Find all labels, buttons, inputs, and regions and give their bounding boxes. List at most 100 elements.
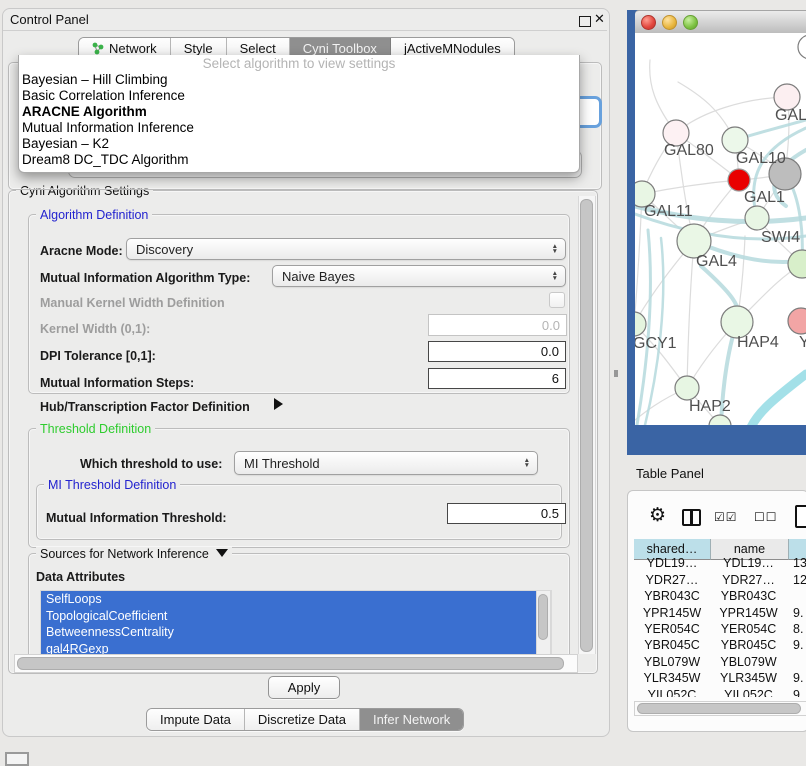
sources-title[interactable]: Sources for Network Inference xyxy=(36,547,232,561)
table-cell[interactable]: YDR27… xyxy=(634,572,710,588)
table-cell[interactable]: YIL052C xyxy=(710,687,787,698)
columns-icon[interactable] xyxy=(682,509,701,526)
mi-threshold-field[interactable]: 0.5 xyxy=(447,503,566,524)
node-label-gal4: GAL4 xyxy=(696,253,737,270)
tab-discretize-data[interactable]: Discretize Data xyxy=(245,709,360,730)
stepper-icon: ▲▼ xyxy=(552,244,558,254)
table-row-6[interactable]: YBL079WYBL079W xyxy=(634,654,806,670)
settings-vscrollbar-thumb[interactable] xyxy=(580,199,593,652)
table-cell[interactable] xyxy=(787,588,806,604)
algorithm-option-dream8-dc-tdc-algorithm[interactable]: Dream8 DC_TDC Algorithm xyxy=(19,152,579,168)
algorithm-option-bayesian-hill-climbing[interactable]: Bayesian – Hill Climbing xyxy=(19,72,579,88)
node-red[interactable] xyxy=(728,169,750,191)
table-cell[interactable]: YBR045C xyxy=(634,637,710,653)
table-hscrollbar-thumb[interactable] xyxy=(637,703,801,714)
table-row-3[interactable]: YPR145WYPR145W9. xyxy=(634,605,806,621)
which-threshold-combobox[interactable]: MI Threshold ▲▼ xyxy=(234,451,538,475)
table-cell[interactable]: 9 xyxy=(787,687,806,698)
threshold-title: Threshold Definition xyxy=(36,422,155,436)
unchecked-pair-icon[interactable]: ☐☐ xyxy=(754,510,778,524)
panel-icon[interactable] xyxy=(795,505,806,528)
table-cell[interactable]: YLR345W xyxy=(634,670,710,686)
table-row-4[interactable]: YER054CYER054C8. xyxy=(634,621,806,637)
network-canvas[interactable]: GALGAL80GAL10GAL1GAL11SWI4GAL4GCY1HAP4YH… xyxy=(635,33,806,425)
table-row-7[interactable]: YLR345WYLR345W9. xyxy=(634,670,806,686)
float-window-icon[interactable] xyxy=(579,16,591,27)
data-attribute-selfloops[interactable]: SelfLoops xyxy=(41,591,538,608)
table-row-1[interactable]: YDR27…YDR27…12 xyxy=(634,572,806,588)
table-cell[interactable]: YBR045C xyxy=(710,637,787,653)
table-cell[interactable]: 12 xyxy=(787,572,806,588)
close-traffic-light-icon[interactable] xyxy=(641,15,656,30)
table-cell[interactable]: YPR145W xyxy=(634,605,710,621)
expand-right-icon[interactable] xyxy=(274,398,283,410)
tab-infer-network[interactable]: Infer Network xyxy=(360,709,463,730)
manual-kernel-checkbox[interactable] xyxy=(549,292,565,308)
network-icon xyxy=(92,42,104,55)
data-attribute-topologicalcoefficient[interactable]: TopologicalCoefficient xyxy=(41,608,538,625)
table-cell[interactable]: 9. xyxy=(787,605,806,621)
mi-type-combobox[interactable]: Naive Bayes ▲▼ xyxy=(272,265,566,287)
table-row-0[interactable]: YDL19…YDL19…13 xyxy=(634,555,806,571)
node-table: shared…name YDL19…YDL19…13YDR27…YDR27…12… xyxy=(634,539,806,715)
minimized-panel-icon[interactable] xyxy=(5,752,29,766)
network-edge xyxy=(749,374,806,425)
apply-button[interactable]: Apply xyxy=(268,676,340,699)
algorithm-option-basic-correlation-inference[interactable]: Basic Correlation Inference xyxy=(19,88,579,104)
node-salmon[interactable] xyxy=(788,308,806,334)
node-label-gal10: GAL10 xyxy=(736,150,786,167)
mi-steps-field[interactable]: 6 xyxy=(428,368,566,389)
tab-impute-data[interactable]: Impute Data xyxy=(147,709,245,730)
table-rows: YDL19…YDL19…13YDR27…YDR27…12YBR043CYBR04… xyxy=(634,555,806,697)
network-edge xyxy=(687,241,694,388)
table-cell[interactable]: YBR043C xyxy=(710,588,787,604)
zoom-traffic-light-icon[interactable] xyxy=(683,15,698,30)
checked-pair-icon[interactable]: ☑☑ xyxy=(714,510,738,524)
table-cell[interactable]: 8. xyxy=(787,621,806,637)
node-label-gal11: GAL11 xyxy=(644,203,693,220)
table-panel: ⚙ ☑☑ ☐☐ shared…name YDL19…YDL19…13YDR27…… xyxy=(627,490,806,732)
algorithm-option-mutual-information-inference[interactable]: Mutual Information Inference xyxy=(19,120,579,136)
table-cell[interactable] xyxy=(787,654,806,670)
table-cell[interactable]: YER054C xyxy=(634,621,710,637)
algorithm-option-aracne-algorithm[interactable]: ARACNE Algorithm xyxy=(19,104,579,120)
sources-title-text: Sources for Network Inference xyxy=(40,547,209,561)
table-cell[interactable]: 13 xyxy=(787,555,806,571)
hub-definition-label[interactable]: Hub/Transcription Factor Definition xyxy=(40,400,250,414)
table-row-5[interactable]: YBR045CYBR045C9. xyxy=(634,637,806,653)
close-icon[interactable]: ✕ xyxy=(594,11,605,27)
kernel-width-field[interactable]: 0.0 xyxy=(428,314,567,336)
node-hap2[interactable] xyxy=(675,376,699,400)
settings-hscrollbar-thumb[interactable] xyxy=(17,657,564,670)
minimize-traffic-light-icon[interactable] xyxy=(662,15,677,30)
table-cell[interactable]: YBL079W xyxy=(710,654,787,670)
gear-icon[interactable]: ⚙ xyxy=(649,506,666,525)
data-attribute-betweennesscentrality[interactable]: BetweennessCentrality xyxy=(41,624,538,641)
node-green-right[interactable] xyxy=(788,250,806,278)
table-row-2[interactable]: YBR043CYBR043C xyxy=(634,588,806,604)
network-window-titlebar[interactable] xyxy=(635,10,806,34)
table-cell[interactable]: YBR043C xyxy=(634,588,710,604)
table-row-8[interactable]: YIL052CYIL052C9 xyxy=(634,687,806,698)
table-cell[interactable]: YBL079W xyxy=(634,654,710,670)
table-cell[interactable]: YLR345W xyxy=(710,670,787,686)
node-label-hap2: HAP2 xyxy=(689,398,731,415)
table-cell[interactable]: 9. xyxy=(787,670,806,686)
table-cell[interactable]: YDL19… xyxy=(710,555,787,571)
tab-cyni-toolbox-label: Cyni Toolbox xyxy=(303,41,377,56)
screen: { "colors": { "panel_bg": "#ececeb", "ac… xyxy=(0,0,806,762)
table-cell[interactable]: YER054C xyxy=(710,621,787,637)
table-cell[interactable]: YDL19… xyxy=(634,555,710,571)
table-cell[interactable]: 9. xyxy=(787,637,806,653)
node-swi4[interactable] xyxy=(745,206,769,230)
dpi-tolerance-field[interactable]: 0.0 xyxy=(428,341,566,362)
table-cell[interactable]: YIL052C xyxy=(634,687,710,698)
node-top-right-cut[interactable] xyxy=(798,35,806,59)
table-cell[interactable]: YDR27… xyxy=(710,572,787,588)
algorithm-option-bayesian-k2[interactable]: Bayesian – K2 xyxy=(19,136,579,152)
attr-list-scrollbar-thumb[interactable] xyxy=(538,594,548,640)
aracne-mode-combobox[interactable]: Discovery ▲▼ xyxy=(126,238,566,260)
node-gcy1[interactable] xyxy=(635,312,646,336)
cursor-artifact xyxy=(614,370,618,377)
table-cell[interactable]: YPR145W xyxy=(710,605,787,621)
